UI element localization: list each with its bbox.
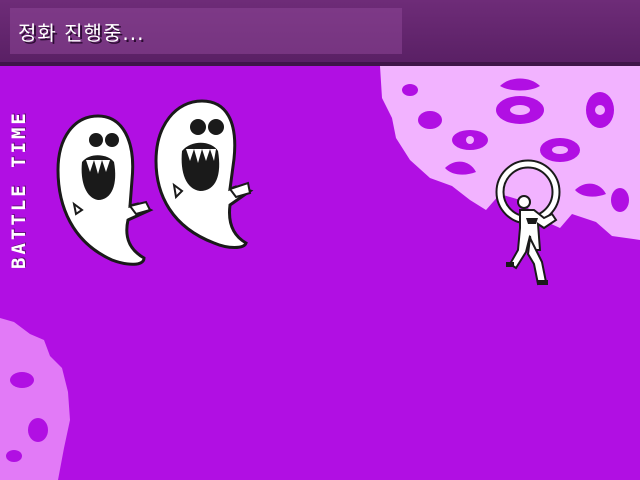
exorcist-with-halo-icon bbox=[495, 159, 561, 286]
message-text: 정화 진행중... bbox=[18, 21, 145, 45]
battle-screen: 정화 진행중... BATTLE TIME bbox=[0, 0, 640, 480]
battle-time-label: BATTLE TIME bbox=[8, 110, 30, 270]
ghost-icon bbox=[56, 114, 154, 266]
message-bar: 정화 진행중... bbox=[0, 0, 640, 66]
ghost-icon bbox=[154, 99, 254, 249]
